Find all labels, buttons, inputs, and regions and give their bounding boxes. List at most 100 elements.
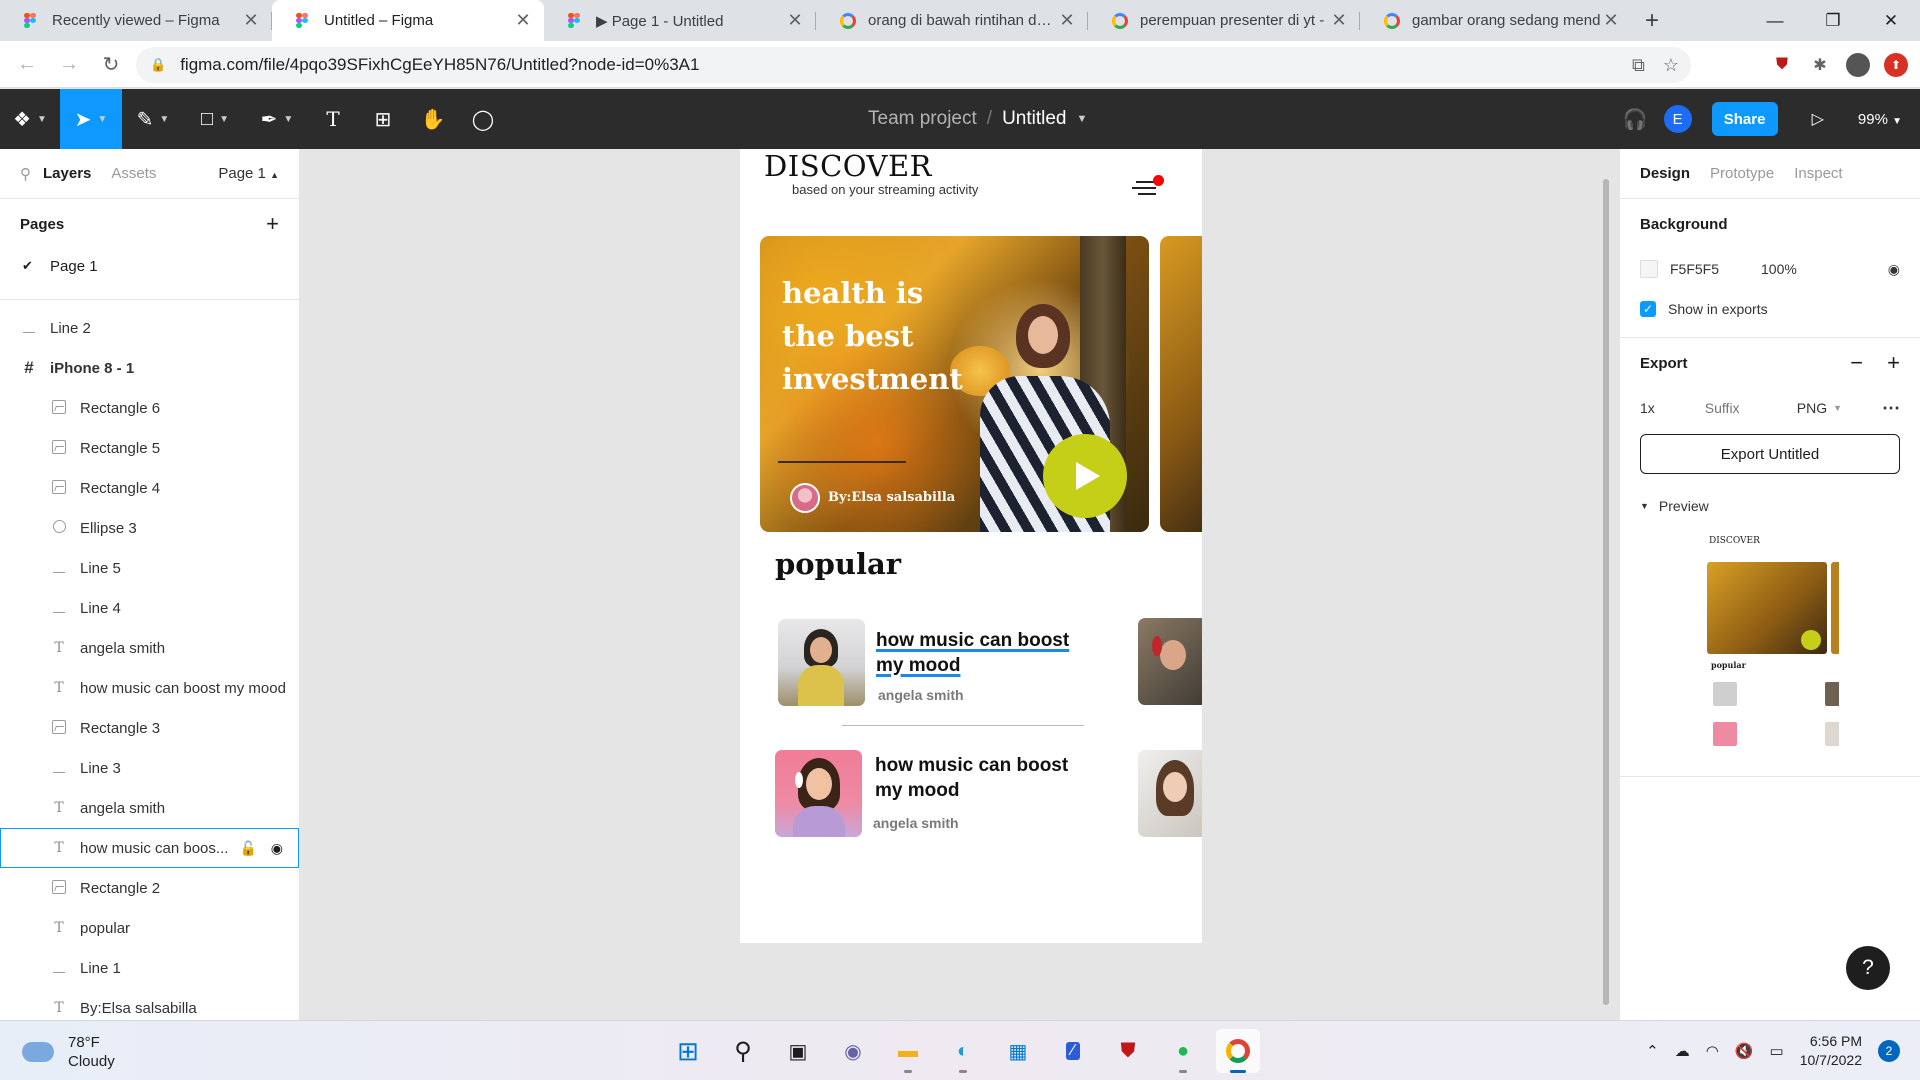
close-icon[interactable]: ✕ <box>242 10 260 31</box>
popular-heading[interactable]: popular <box>775 547 901 581</box>
card-author-1[interactable]: angela smith <box>878 687 964 703</box>
mcafee-button[interactable]: ⛊ <box>1106 1029 1150 1073</box>
discover-subtitle[interactable]: based on your streaming activity <box>792 182 978 197</box>
shape-tool-button[interactable]: □ ▼ <box>184 89 246 149</box>
tab-design[interactable]: Design <box>1640 165 1690 182</box>
close-icon[interactable]: ✕ <box>1602 10 1620 31</box>
editor-app-button[interactable]: ⁄ <box>1051 1029 1095 1073</box>
main-menu-button[interactable]: ❖ ▼ <box>0 89 60 149</box>
reload-button[interactable]: ↻ <box>94 47 128 81</box>
canvas-scrollbar[interactable] <box>1603 179 1609 1005</box>
pen-tool-button[interactable]: ✒ ▼ <box>246 89 308 149</box>
close-icon[interactable]: ✕ <box>786 10 804 31</box>
layer-item[interactable]: Ellipse 3 <box>0 508 299 548</box>
export-button[interactable]: Export Untitled <box>1640 434 1900 474</box>
card-title-2[interactable]: how music can boost my mood <box>875 753 1085 803</box>
browser-tab-3[interactable]: ▶ Page 1 - Untitled ✕ <box>544 0 816 41</box>
chevron-up-icon[interactable]: ⌃ <box>1646 1042 1659 1060</box>
install-app-icon[interactable]: ⧉ <box>1632 55 1645 76</box>
card-separator-line[interactable] <box>842 725 1084 726</box>
layer-item[interactable]: Tangela smith <box>0 628 299 668</box>
card-thumbnail-3[interactable] <box>1138 618 1202 705</box>
move-tool-button[interactable]: ➤ ▼ <box>60 89 122 149</box>
layer-item[interactable]: Rectangle 4 <box>0 468 299 508</box>
comment-tool-button[interactable]: ◯ <box>458 89 508 149</box>
minimize-button[interactable]: — <box>1746 0 1804 41</box>
notification-badge[interactable]: 2 <box>1878 1040 1900 1062</box>
chevron-down-icon[interactable]: ▼ <box>1076 113 1087 125</box>
show-in-exports-checkbox[interactable]: ✓ <box>1640 301 1656 317</box>
avatar[interactable]: E <box>1663 105 1692 133</box>
task-view-button[interactable]: ▣ <box>776 1029 820 1073</box>
more-options-icon[interactable]: ⋯ <box>1882 398 1900 419</box>
team-name[interactable]: Team project <box>868 108 977 130</box>
page-selector[interactable]: Page 1 ▲ <box>218 165 279 182</box>
mcafee-extension-icon[interactable]: ⛊ <box>1770 53 1794 77</box>
eye-icon[interactable]: ◉ <box>271 840 283 857</box>
browser-tab-1[interactable]: Recently viewed – Figma ✕ <box>0 0 272 41</box>
layer-item[interactable]: Rectangle 2 <box>0 868 299 908</box>
frame-tool-button[interactable]: ✎ ▼ <box>122 89 184 149</box>
hero-author[interactable]: By:Elsa salsabilla <box>828 490 955 505</box>
card-thumbnail-2[interactable] <box>775 750 862 837</box>
card-author-2[interactable]: angela smith <box>873 815 959 831</box>
chrome-button[interactable] <box>1216 1029 1260 1073</box>
menu-notification-icon[interactable] <box>1132 175 1164 197</box>
add-page-button[interactable]: + <box>266 211 279 237</box>
search-icon[interactable]: ⚲ <box>20 165 31 183</box>
hero-divider-line[interactable] <box>778 461 906 463</box>
profile-avatar[interactable] <box>1846 53 1870 77</box>
tab-layers[interactable]: Layers <box>43 165 91 182</box>
bg-color-value[interactable]: F5F5F5 <box>1670 261 1719 277</box>
eye-icon[interactable]: ◉ <box>1888 261 1900 278</box>
layer-item[interactable]: Rectangle 3 <box>0 708 299 748</box>
layer-item[interactable]: Line 1 <box>0 948 299 988</box>
unlock-icon[interactable]: 🔓 <box>240 840 257 857</box>
chevron-down-icon[interactable]: ▼ <box>1833 403 1842 413</box>
spotify-button[interactable]: ● <box>1161 1029 1205 1073</box>
present-play-icon[interactable]: ▷ <box>1812 109 1824 129</box>
layer-item[interactable]: # iPhone 8 - 1 <box>0 348 299 388</box>
zoom-menu[interactable]: 99% ▼ <box>1858 111 1902 128</box>
onedrive-cloud-icon[interactable]: ☁ <box>1675 1042 1690 1060</box>
text-tool-button[interactable]: T <box>308 89 358 149</box>
layer-item[interactable]: Rectangle 6 <box>0 388 299 428</box>
layer-item[interactable]: Line 2 <box>0 308 299 348</box>
layer-item[interactable]: Thow music can boost my mood <box>0 668 299 708</box>
layer-item[interactable]: Line 3 <box>0 748 299 788</box>
layer-item-selected[interactable]: Thow music can boos... 🔓 ◉ <box>0 828 299 868</box>
wifi-icon[interactable]: ◠ <box>1706 1042 1719 1060</box>
search-button[interactable]: ⚲ <box>721 1029 765 1073</box>
start-button[interactable]: ⊞ <box>666 1029 710 1073</box>
browser-tab-6[interactable]: gambar orang sedang mend ✕ <box>1360 0 1632 41</box>
close-window-button[interactable]: ✕ <box>1862 0 1920 41</box>
file-name[interactable]: Untitled <box>1002 108 1066 130</box>
file-title[interactable]: Team project / Untitled ▼ <box>868 89 1087 149</box>
puzzle-extensions-icon[interactable]: ✱ <box>1808 53 1832 77</box>
store-button[interactable]: ▦ <box>996 1029 1040 1073</box>
export-suffix-input[interactable] <box>1704 400 1775 416</box>
help-button[interactable]: ? <box>1846 946 1890 990</box>
card-thumbnail-1[interactable] <box>778 619 865 706</box>
browser-tab-4[interactable]: orang di bawah rintihan daun ✕ <box>816 0 1088 41</box>
play-button[interactable] <box>1043 434 1127 518</box>
teams-chat-button[interactable]: ◉ <box>831 1029 875 1073</box>
iphone-frame[interactable]: DISCOVER based on your streaming activit… <box>740 149 1202 943</box>
resources-button[interactable]: ⊞ <box>358 89 408 149</box>
tab-prototype[interactable]: Prototype <box>1710 165 1774 182</box>
discover-heading[interactable]: DISCOVER <box>764 149 932 183</box>
add-export-button[interactable]: + <box>1887 350 1900 376</box>
close-icon[interactable]: ✕ <box>1330 10 1348 31</box>
card-thumbnail-4[interactable] <box>1138 750 1202 837</box>
restore-button[interactable]: ❐ <box>1804 0 1862 41</box>
lock-icon[interactable]: 🔒 <box>150 57 166 73</box>
card-title-1[interactable]: how music can boost my mood <box>876 628 1086 678</box>
update-menu-icon[interactable]: ⬆ <box>1884 53 1908 77</box>
export-format[interactable]: PNG <box>1797 400 1827 416</box>
layer-item[interactable]: Line 5 <box>0 548 299 588</box>
bookmark-star-icon[interactable]: ☆ <box>1663 55 1679 76</box>
forward-button[interactable]: → <box>52 47 86 81</box>
new-tab-button[interactable]: + <box>1632 0 1672 41</box>
file-explorer-button[interactable]: ▬ <box>886 1029 930 1073</box>
tab-assets[interactable]: Assets <box>111 165 156 182</box>
